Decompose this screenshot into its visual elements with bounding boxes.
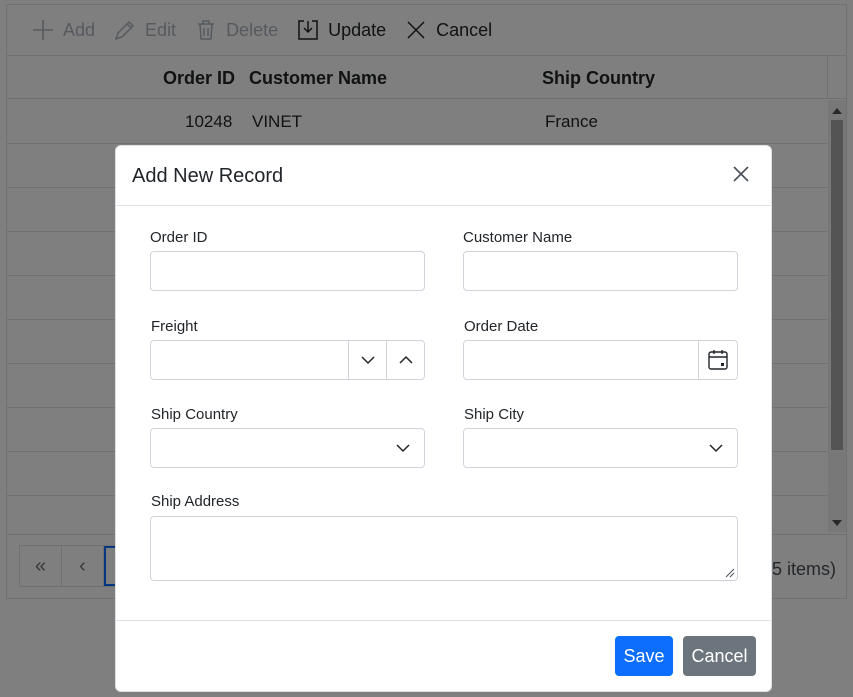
ship-address-label: Ship Address (151, 493, 240, 510)
chevron-down-icon (709, 444, 723, 453)
order-date-label: Order Date (464, 318, 539, 335)
customer-name-input[interactable] (463, 251, 738, 291)
order-id-input[interactable] (150, 251, 425, 291)
dialog-body: Order ID Customer Name Freight Order Dat… (116, 206, 771, 621)
save-button[interactable]: Save (615, 636, 673, 676)
customer-name-label: Customer Name (463, 229, 573, 246)
app: Add Edit Delete Update Cancel Order ID C… (0, 0, 853, 697)
cancel-button[interactable]: Cancel (683, 636, 756, 676)
dialog-footer: Save Cancel (116, 620, 771, 691)
ship-address-textarea[interactable] (150, 516, 738, 581)
resize-handle-icon[interactable] (725, 568, 735, 578)
close-icon[interactable] (729, 162, 753, 186)
ship-country-dropdown[interactable] (150, 428, 425, 468)
calendar-icon (708, 350, 728, 370)
add-record-dialog: Add New Record Order ID Customer Name Fr… (115, 145, 772, 692)
decrement-button[interactable] (348, 341, 386, 379)
freight-input[interactable] (150, 340, 425, 380)
freight-spinner (348, 341, 424, 379)
freight-label: Freight (151, 318, 198, 335)
ship-city-dropdown[interactable] (463, 428, 738, 468)
chevron-up-icon (398, 355, 413, 364)
date-picker-button[interactable] (698, 341, 737, 379)
ship-country-label: Ship Country (151, 406, 238, 423)
order-id-label: Order ID (150, 229, 208, 246)
ship-city-label: Ship City (464, 406, 525, 423)
dialog-title: Add New Record (132, 165, 284, 187)
chevron-down-icon (360, 356, 375, 365)
chevron-down-icon (396, 444, 410, 453)
order-date-input[interactable] (463, 340, 738, 380)
dialog-header: Add New Record (116, 146, 771, 206)
increment-button[interactable] (386, 341, 424, 379)
